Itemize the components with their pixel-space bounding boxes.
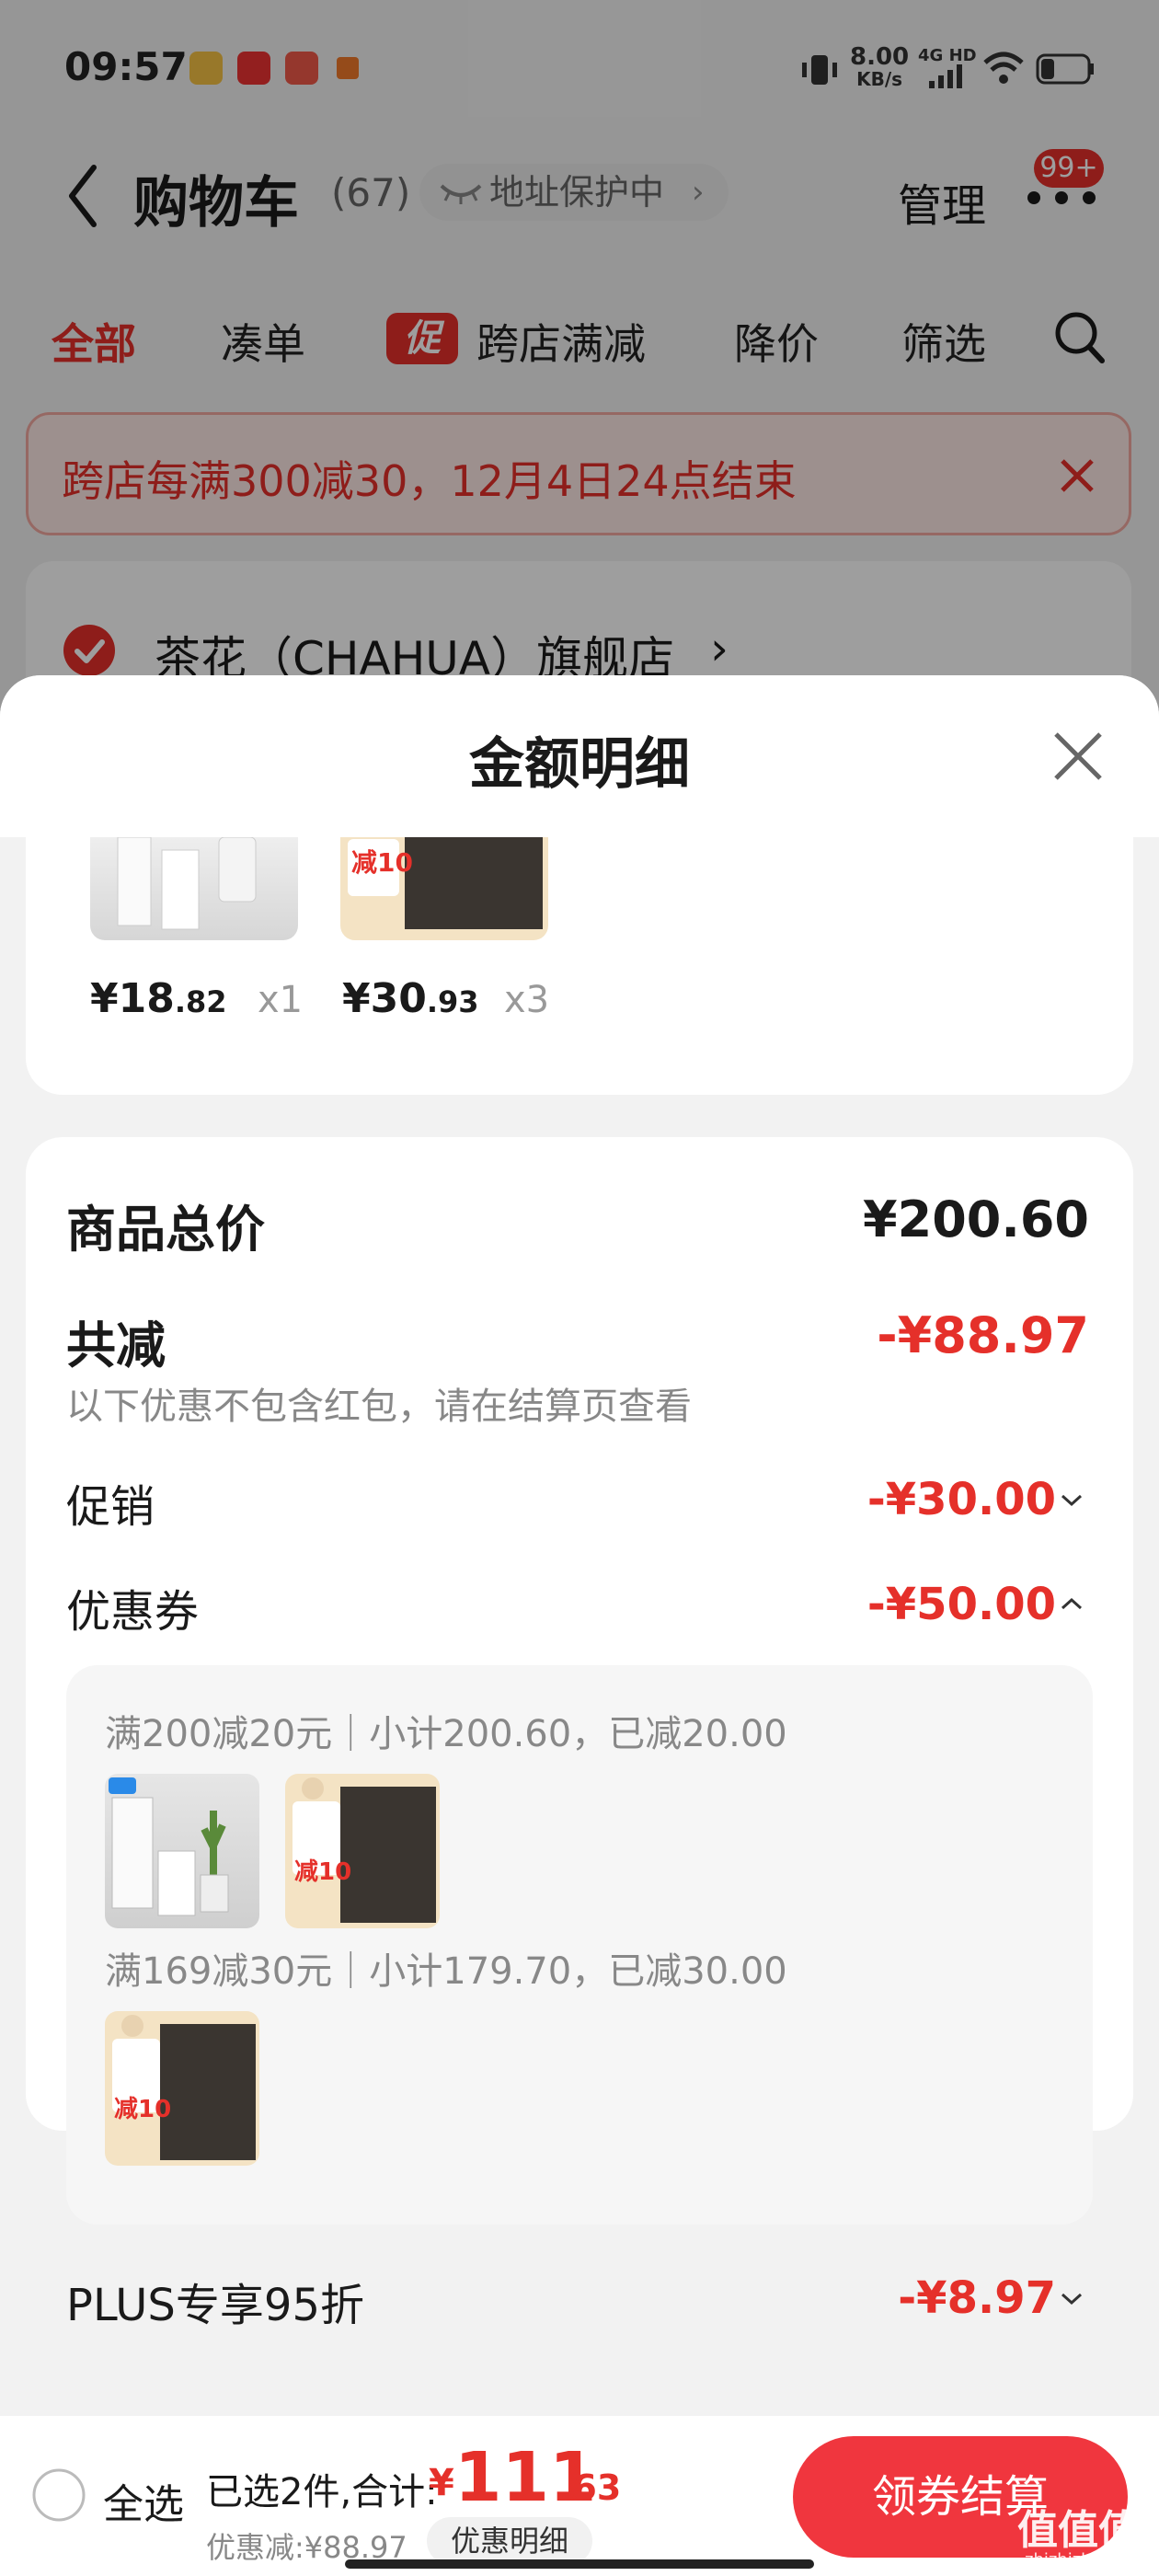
chevron-up-icon[interactable]: [1060, 1595, 1084, 1612]
total-price-dec: .63: [559, 2467, 622, 2508]
promo-badge: 减10: [351, 847, 413, 878]
sheet-header: 金额明细: [0, 675, 1159, 837]
promo-badge: 减10: [294, 1858, 352, 1886]
item-qty: x1: [258, 979, 304, 1021]
discount-label: 共减: [66, 1317, 166, 1374]
coupon-rule: 满200减20元｜小计200.60，已减20.00: [105, 1713, 787, 1755]
chevron-down-icon[interactable]: [1060, 1492, 1084, 1509]
plus-value[interactable]: -¥8.97: [898, 2272, 1056, 2324]
coupon-label: 优惠券: [66, 1586, 200, 1638]
plus-label: PLUS专享95折: [66, 2280, 364, 2331]
product-thumbnail-tissue: 减10: [285, 1774, 440, 1928]
watermark-url: zhizhizhi.com: [1025, 2550, 1137, 2570]
promo-label: 促销: [66, 1481, 155, 1533]
amount-detail-sheet: 金额明细 减10 ¥18.82 x1 ¥30.93 x3 商品总价 ¥200.6…: [0, 675, 1159, 2576]
total-label: 商品总价: [66, 1201, 265, 1259]
select-all-label[interactable]: 全选: [103, 2471, 184, 2530]
discount-detail-button[interactable]: 优惠明细: [427, 2517, 592, 2565]
discount-note: 以下优惠不包含红包，请在结算页查看: [66, 1386, 692, 1428]
product-thumbnail-cups: [105, 1774, 259, 1928]
promo-badge: 减10: [114, 2096, 172, 2123]
sheet-title: 金额明细: [469, 732, 690, 797]
home-indicator: [345, 2559, 814, 2569]
product-thumbnail-tissue: 减10: [340, 837, 548, 940]
item-price: ¥18.82: [90, 975, 227, 1022]
promo-value[interactable]: -¥30.00: [867, 1474, 1056, 1525]
coupon-detail-box: 满200减20元｜小计200.60，已减20.00 减10 满169减30元｜小…: [66, 1665, 1093, 2225]
coupon-value[interactable]: -¥50.00: [867, 1579, 1056, 1630]
item-qty: x3: [504, 979, 550, 1021]
coupon-rule: 满169减30元｜小计179.70，已减30.00: [105, 1950, 787, 1993]
close-icon[interactable]: [1052, 730, 1104, 782]
product-thumbnail-cups: [90, 837, 298, 940]
selected-summary: 已选2件,合计:: [206, 2471, 438, 2513]
currency-symbol: ¥: [429, 2462, 454, 2504]
brand-logo: [109, 1777, 136, 1794]
select-all-checkbox[interactable]: [31, 2467, 86, 2523]
checkout-bar: 全选 已选2件,合计: ¥ 111 .63 优惠减:¥88.97 优惠明细 领券…: [0, 2416, 1159, 2576]
chevron-down-icon[interactable]: [1060, 2291, 1084, 2307]
watermark-logo: 值值值: [1017, 2507, 1139, 2554]
item-price: ¥30.93: [342, 975, 479, 1022]
product-thumbnail-tissue: 减10: [105, 2011, 259, 2166]
total-value: ¥200.60: [863, 1190, 1089, 1248]
items-card: 减10 ¥18.82 x1 ¥30.93 x3: [26, 837, 1133, 1095]
discount-value: -¥88.97: [877, 1306, 1089, 1364]
